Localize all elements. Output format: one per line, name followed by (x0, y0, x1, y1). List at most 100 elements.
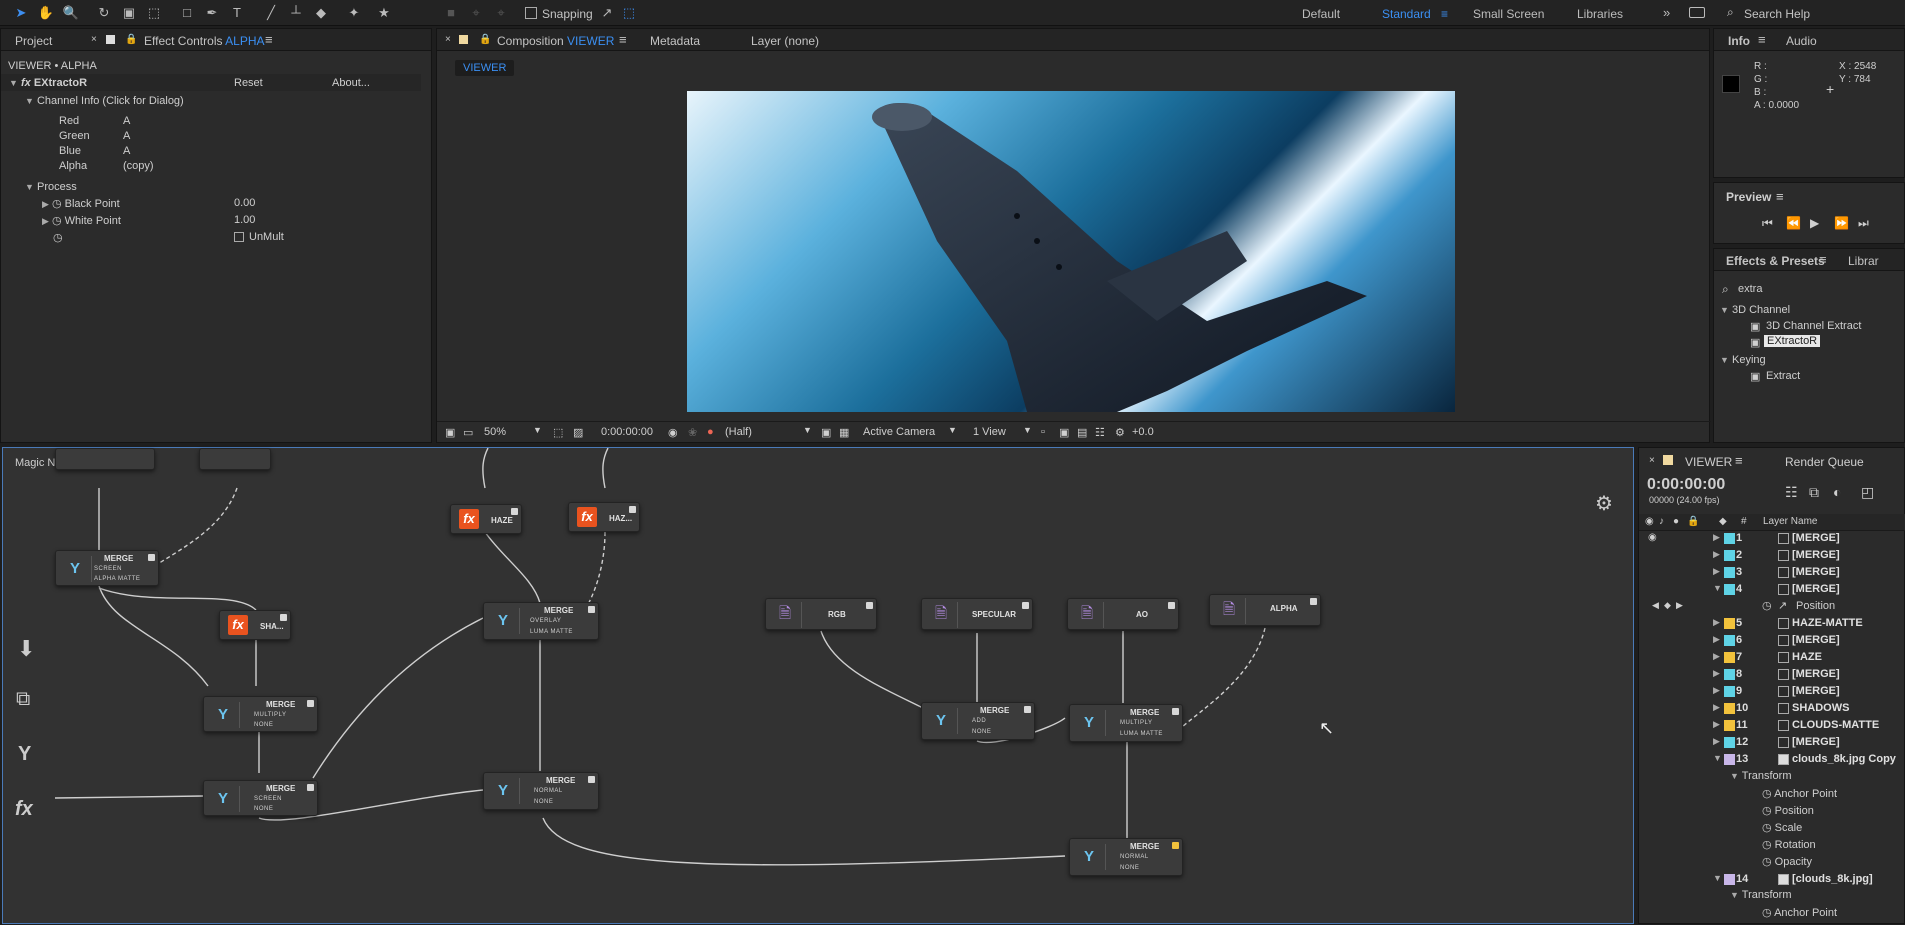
transform-toggle-icon[interactable]: ▼ (1730, 890, 1739, 900)
viewer-tab[interactable]: VIEWER (455, 60, 515, 76)
tab-effect-controls[interactable]: Effect Controls (144, 34, 222, 48)
reset-exposure-icon[interactable]: ▣ (1059, 426, 1069, 439)
anchor-stopwatch-icon[interactable]: ◷ (1762, 788, 1772, 800)
snapping-checkbox[interactable] (525, 7, 537, 19)
layer-name[interactable]: [MERGE] (1792, 566, 1840, 578)
layer-label-color[interactable] (1724, 669, 1735, 680)
workspace-standard[interactable]: Standard (1382, 7, 1431, 21)
toggle-pixel-icon[interactable]: ▫ (1041, 426, 1045, 438)
layer-label-color[interactable] (1724, 567, 1735, 578)
tab-effects-presets[interactable]: Effects & Presets (1726, 254, 1825, 268)
selection-tool-icon[interactable]: ➤ (12, 4, 30, 22)
brush-tool-icon[interactable]: ╱ (262, 4, 280, 22)
camera-dropdown[interactable]: Active Camera (863, 426, 935, 438)
about-link[interactable]: About... (332, 77, 370, 89)
puppet-tool-icon[interactable]: ★ (375, 4, 393, 22)
node-clipped-1[interactable] (55, 448, 155, 470)
timeline-icon[interactable]: ▤ (1077, 426, 1087, 439)
layer-name[interactable]: [MERGE] (1792, 736, 1840, 748)
tab-project[interactable]: Project (15, 34, 52, 48)
file-node-alpha[interactable]: 🗎 ALPHA (1209, 594, 1321, 626)
layer-row[interactable]: ▶ 10 SHADOWS (1640, 700, 1905, 717)
last-frame-icon[interactable]: ⏭ (1858, 216, 1869, 231)
merge-node-multiply-luma[interactable]: Y MERGE MULTIPLY LUMA MATTE (1069, 704, 1183, 742)
keyframe-prev-icon[interactable]: ◀ (1652, 600, 1659, 611)
layer-label-color[interactable] (1724, 618, 1735, 629)
type-tool-icon[interactable]: T (228, 4, 246, 22)
layer-label-color[interactable] (1724, 533, 1735, 544)
comp-flowchart-icon[interactable]: ☷ (1785, 484, 1798, 501)
layer-name[interactable]: [clouds_8k.jpg] (1792, 873, 1873, 885)
layer-row[interactable]: ▼ 4 [MERGE] (1640, 581, 1905, 598)
rotate-tool-icon[interactable]: ↻ (95, 4, 113, 22)
clone-stamp-tool-icon[interactable]: ┴ (287, 4, 305, 22)
layer-row[interactable]: ▼ 13 clouds_8k.jpg Copy (1640, 751, 1905, 768)
process-toggle-icon[interactable]: ▼ (25, 182, 34, 192)
zoom-chevron-icon[interactable]: ▼ (533, 425, 542, 435)
layer-label-color[interactable] (1724, 686, 1735, 697)
viewer-timecode[interactable]: 0:00:00:00 (601, 426, 653, 438)
graph-icon[interactable]: ↗ (1778, 599, 1787, 612)
hand-tool-icon[interactable]: ✋ (37, 4, 55, 22)
graph-editor-icon[interactable]: ◰ (1861, 484, 1874, 501)
snap-edges-icon[interactable]: ↗ (598, 4, 616, 22)
layer-label-color[interactable] (1724, 635, 1735, 646)
black-point-expand-icon[interactable]: ▶ (42, 199, 49, 209)
effects-search-input[interactable]: extra (1738, 283, 1762, 295)
roto-brush-tool-icon[interactable]: ✦ (345, 4, 363, 22)
tab-layer[interactable]: Layer (none) (751, 34, 819, 48)
more-workspaces-icon[interactable]: » (1663, 5, 1670, 20)
tab-libraries[interactable]: Librar (1848, 254, 1879, 268)
layer-label-color[interactable] (1724, 550, 1735, 561)
snapshot-icon[interactable]: ◉ (668, 426, 678, 439)
merge-node-add[interactable]: Y MERGE ADD NONE (921, 702, 1035, 740)
reset-link[interactable]: Reset (234, 77, 263, 89)
layer-name-header[interactable]: Layer Name (1763, 516, 1817, 527)
layer-expand-icon[interactable]: ▶ (1713, 566, 1720, 577)
white-point-value[interactable]: 1.00 (234, 214, 255, 226)
layer-expand-icon[interactable]: ▼ (1713, 873, 1722, 883)
layer-expand-icon[interactable]: ▶ (1713, 617, 1720, 628)
views-dropdown[interactable]: 1 View (973, 426, 1006, 438)
exposure-icon[interactable]: ⚙ (1115, 426, 1125, 439)
position-stopwatch-icon[interactable]: ◷ (1762, 805, 1772, 817)
close-composition-icon[interactable]: × (445, 34, 451, 45)
zoom-dropdown[interactable]: 50% (484, 426, 506, 438)
fit-icon[interactable]: ⬚ (553, 426, 563, 439)
panel-menu-icon[interactable]: ≡ (265, 32, 273, 47)
layer-name[interactable]: HAZE-MATTE (1792, 617, 1863, 629)
camera-chevron-icon[interactable]: ▼ (948, 425, 957, 435)
layer-expand-icon[interactable]: ▶ (1713, 549, 1720, 560)
merge-node-overlay[interactable]: Y MERGE OVERLAY LUMA MATTE (483, 602, 599, 640)
pen-tool-icon[interactable]: ✒ (203, 4, 221, 22)
camera-tool-icon[interactable]: ▣ (120, 4, 138, 22)
local-axis-icon[interactable]: ■ (442, 4, 460, 22)
merge-node-multiply[interactable]: Y MERGE MULTIPLY NONE (203, 696, 318, 732)
layer-expand-icon[interactable]: ▶ (1713, 668, 1720, 679)
black-point-stopwatch-icon[interactable]: ◷ (52, 198, 62, 210)
fx-node-haze-2[interactable]: fx HAZ... (568, 502, 640, 532)
layer-label-color[interactable] (1724, 720, 1735, 731)
effect-extract[interactable]: Extract (1766, 370, 1800, 382)
white-point-stopwatch-icon[interactable]: ◷ (52, 215, 62, 227)
layer-row[interactable]: ◉ ▶ 1 [MERGE] (1640, 530, 1905, 547)
effect-extractor[interactable]: EXtractoR (1764, 335, 1821, 347)
black-point-value[interactable]: 0.00 (234, 197, 255, 209)
channel-red-value[interactable]: A (123, 115, 130, 127)
play-icon[interactable]: ▶ (1810, 216, 1819, 230)
snap-features-icon[interactable]: ⬚ (620, 4, 638, 22)
file-node-ao[interactable]: 🗎 AO (1067, 598, 1179, 630)
workspace-menu-icon[interactable]: ≡ (1441, 7, 1448, 21)
layer-label-color[interactable] (1724, 737, 1735, 748)
layer-row[interactable]: ▼ 14 [clouds_8k.jpg] (1640, 871, 1905, 888)
transform-toggle-icon[interactable]: ▼ (1730, 771, 1739, 781)
channel-alpha-value[interactable]: (copy) (123, 160, 154, 172)
layer-label-color[interactable] (1724, 584, 1735, 595)
fx-node-haze[interactable]: fx HAZE (450, 504, 522, 534)
merge-node-screen-alpha[interactable]: Y MERGE SCREEN ALPHA MATTE (55, 550, 159, 586)
monitor-icon[interactable]: ▭ (463, 426, 473, 439)
lock-icon[interactable]: 🔒 (125, 34, 137, 45)
tab-audio[interactable]: Audio (1786, 34, 1817, 48)
composition-menu-icon[interactable]: ≡ (619, 32, 627, 47)
node-clipped-2[interactable] (199, 448, 271, 470)
